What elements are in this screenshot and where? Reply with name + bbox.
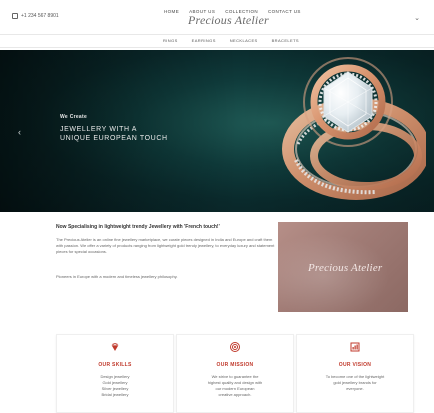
- chart-icon: [350, 342, 360, 352]
- top-nav-home[interactable]: HOME: [164, 9, 179, 14]
- vision-title: OUR VISION: [338, 362, 372, 368]
- ring-image: [282, 57, 426, 200]
- about-image: Precious Atelier: [278, 222, 408, 312]
- skills-text: Design jewellery Gold jewellery Silver j…: [100, 374, 130, 397]
- mission-title: OUR MISSION: [216, 362, 254, 368]
- sub-nav-necklaces[interactable]: NECKLACES: [230, 38, 258, 43]
- mission-text: We strive to guarantee the highest quali…: [207, 374, 263, 397]
- vision-text: To become one of the lightweight gold je…: [325, 374, 385, 391]
- sub-nav-items: RINGS EARRINGS NECKLACES BRACELETS: [163, 38, 299, 43]
- menu-toggle-icon[interactable]: ⌄: [414, 14, 420, 22]
- about-image-logo: Precious Atelier: [308, 262, 383, 274]
- sub-nav-bracelets[interactable]: BRACELETS: [272, 38, 299, 43]
- hero-banner: ‹ We Create JEWELLERY WITH A UNIQUE EURO…: [0, 50, 434, 212]
- phone-icon: [12, 13, 18, 19]
- feature-cards: OUR SKILLS Design jewellery Gold jewelle…: [0, 334, 434, 413]
- mission-card: OUR MISSION We strive to guarantee the h…: [176, 334, 294, 413]
- about-paragraph-1: The Precious Atelier is an online fine j…: [56, 237, 275, 255]
- sub-nav-rings[interactable]: RINGS: [163, 38, 178, 43]
- top-bar: HOME ABOUT US COLLECTION CONTACT US +1 2…: [0, 0, 434, 34]
- brand-logo[interactable]: Precious Atelier: [188, 13, 269, 28]
- phone-contact[interactable]: +1 234 567 8901: [12, 13, 59, 19]
- sub-nav-earrings[interactable]: EARRINGS: [192, 38, 216, 43]
- hero-kicker: We Create: [60, 114, 88, 120]
- diamond-icon: [111, 342, 119, 351]
- top-nav-contact[interactable]: CONTACT US: [268, 9, 301, 14]
- phone-number: +1 234 567 8901: [21, 13, 59, 19]
- hero-title: JEWELLERY WITH A UNIQUE EUROPEAN TOUCH: [60, 126, 168, 142]
- target-icon: [230, 342, 240, 352]
- hero-prev-arrow-icon[interactable]: ‹: [18, 127, 21, 137]
- about-paragraph-2: Pioneers in Europe with a modern and tim…: [56, 274, 178, 279]
- skills-card: OUR SKILLS Design jewellery Gold jewelle…: [56, 334, 174, 413]
- about-heading: Now Specialising in lightweight trendy J…: [56, 224, 220, 230]
- skills-title: OUR SKILLS: [98, 362, 132, 368]
- about-section: Now Specialising in lightweight trendy J…: [0, 220, 434, 320]
- sub-nav: RINGS EARRINGS NECKLACES BRACELETS: [0, 34, 434, 48]
- vision-card: OUR VISION To become one of the lightwei…: [296, 334, 414, 413]
